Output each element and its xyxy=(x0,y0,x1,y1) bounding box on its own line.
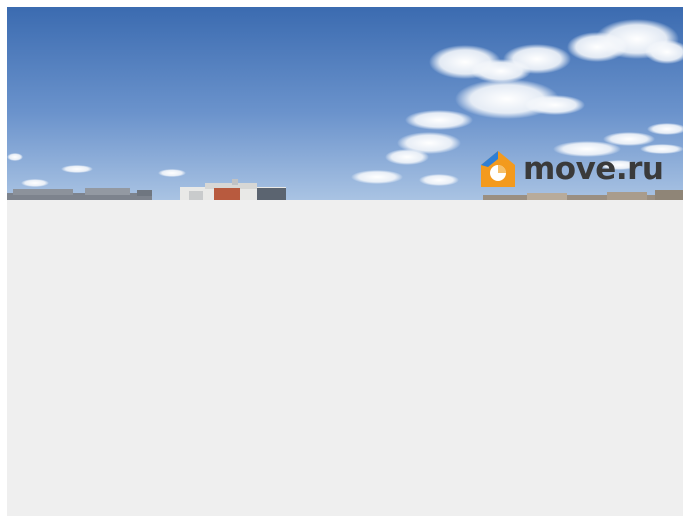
unloaded-image-area xyxy=(7,200,683,516)
image-frame: move.ru xyxy=(7,7,683,516)
city-sky-photo: move.ru xyxy=(7,7,683,200)
house-logo-icon xyxy=(481,151,515,187)
watermark-text: move.ru xyxy=(523,150,664,187)
watermark-logo: move.ru xyxy=(479,149,664,189)
